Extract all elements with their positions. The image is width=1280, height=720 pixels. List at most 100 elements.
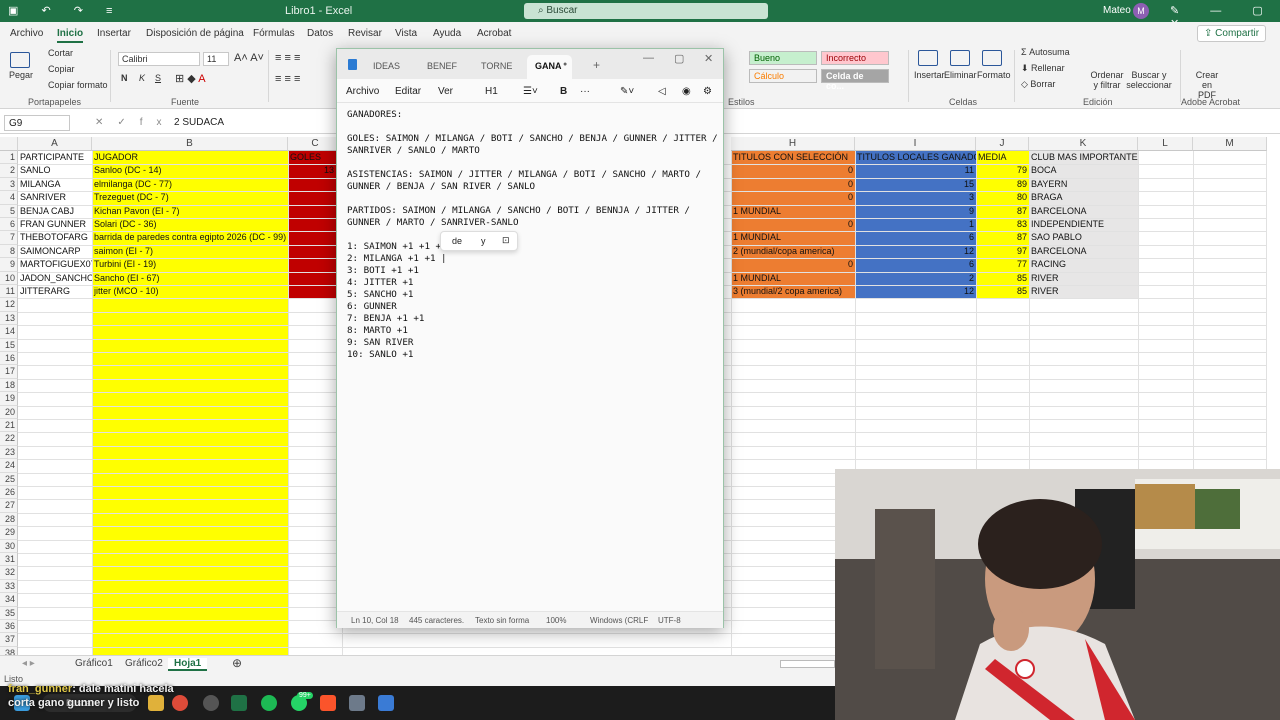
account-icon[interactable]: ◉ (682, 86, 691, 97)
copilot-icon[interactable]: ◁ (658, 86, 666, 97)
row-header[interactable]: 9 (0, 258, 18, 272)
cell-i[interactable]: 3 (855, 191, 976, 204)
cell-i[interactable]: 6 (855, 231, 976, 244)
horizontal-scrollbar[interactable] (780, 660, 835, 668)
notepad-text-area[interactable]: GANADORES: GOLES: SAIMON / MILANGA / BOTI… (347, 109, 719, 361)
cell-i[interactable]: 2 (855, 272, 976, 285)
notepad-window[interactable]: IDEAS BENEF TORNE GANA ● + — ▢ ✕ Archivo… (336, 48, 724, 628)
cell-k[interactable]: RACING (1029, 258, 1138, 271)
cell-k[interactable]: BARCELONA (1029, 205, 1138, 218)
row-header[interactable]: 29 (0, 526, 18, 540)
style-bad[interactable]: Incorrecto (821, 51, 889, 65)
sheet-tab-grafico1[interactable]: Gráfico1 (69, 658, 119, 669)
cell-h[interactable]: 1 MUNDIAL (731, 272, 855, 285)
app-icon[interactable] (203, 695, 219, 711)
cell-k[interactable]: SAO PABLO (1029, 231, 1138, 244)
cell-a[interactable]: SAIMONCARP (18, 245, 92, 258)
row-header[interactable]: 31 (0, 553, 18, 567)
row-header[interactable]: 19 (0, 392, 18, 406)
cell-b[interactable]: Sancho (EI - 67) (92, 272, 288, 285)
cell-i[interactable]: 12 (855, 285, 976, 298)
header-cell-k[interactable]: CLUB MAS IMPORTANTE (1029, 151, 1138, 164)
row-header[interactable]: 3 (0, 177, 18, 192)
cell-a[interactable]: MILANGA (18, 178, 92, 191)
fx-icon[interactable]: ✕✓fx (95, 117, 176, 128)
clear-button[interactable]: ◇ Borrar (1021, 79, 1055, 90)
align-icons[interactable]: ≡ ≡ ≡ (275, 52, 300, 64)
row-header[interactable]: 7 (0, 231, 18, 245)
cell-b[interactable]: Turbini (EI - 19) (92, 258, 288, 271)
font-name-select[interactable]: Calibri (118, 52, 200, 66)
cell-j[interactable]: 77 (976, 258, 1029, 271)
row-header[interactable]: 30 (0, 539, 18, 553)
align-icons-2[interactable]: ≡ ≡ ≡ (275, 73, 300, 85)
row-header[interactable]: 22 (0, 432, 18, 446)
header-cell-i[interactable]: TITULOS LOCALES GANADOS (855, 151, 976, 164)
notepad-tab-torne[interactable]: TORNE (481, 61, 512, 71)
tab-inicio[interactable]: Inicio (57, 28, 84, 43)
style-calc[interactable]: Cálculo (749, 69, 817, 83)
row-header[interactable]: 18 (0, 378, 18, 393)
cell-a[interactable]: BENJA CABJ (18, 205, 92, 218)
tab-modified-dot-icon[interactable]: ● (563, 61, 567, 68)
format-cells-button[interactable]: Formato (977, 70, 1011, 80)
row-header[interactable]: 12 (0, 298, 18, 312)
cell-b[interactable]: Trezeguet (DC - 7) (92, 191, 288, 204)
row-header[interactable]: 37 (0, 633, 18, 647)
row-header[interactable]: 24 (0, 459, 18, 473)
underline-button[interactable]: S (155, 73, 161, 83)
tab-disposicion[interactable]: Disposición de página (146, 28, 244, 39)
row-header[interactable]: 8 (0, 244, 18, 259)
cell-a[interactable]: MARTOFIGUEX07 (18, 258, 92, 271)
column-header-k[interactable]: K (1029, 137, 1138, 151)
header-cell-b[interactable]: JUGADOR (92, 151, 288, 164)
grow-font-icon[interactable]: A˄ A˅ (234, 52, 264, 64)
cell-i[interactable]: 11 (855, 164, 976, 177)
row-header[interactable]: 21 (0, 419, 18, 433)
tab-insertar[interactable]: Insertar (97, 28, 131, 39)
cell-a[interactable]: THEBOTOFARG (18, 231, 92, 244)
cell-b[interactable]: elmilanga (DC - 77) (92, 178, 288, 191)
tab-vista[interactable]: Vista (395, 28, 417, 39)
cell-h[interactable]: 0 (731, 218, 855, 231)
heading-select[interactable]: H1 (485, 86, 498, 97)
sheet-tab-hoja1[interactable]: Hoja1 (168, 658, 208, 671)
fill-button[interactable]: ⬇ Rellenar (1021, 63, 1065, 74)
row-header[interactable]: 6 (0, 218, 18, 232)
menu-archivo[interactable]: Archivo (346, 86, 379, 97)
cell-h[interactable]: 3 (mundial/2 copa america) (731, 285, 855, 298)
cell-j[interactable]: 80 (976, 191, 1029, 204)
excel-icon[interactable] (231, 695, 247, 711)
tab-archivo[interactable]: Archivo (10, 28, 43, 39)
cell-a[interactable]: JADON_SANCHO8 (18, 272, 92, 285)
more-button[interactable]: ··· (580, 86, 590, 97)
notepad-tab-ideas[interactable]: IDEAS (373, 61, 400, 71)
formula-input[interactable]: 2 SUDACA (174, 117, 224, 128)
cell-a[interactable]: FRAN GUNNER (18, 218, 92, 231)
cell-k[interactable]: RIVER (1029, 285, 1138, 298)
header-cell-a[interactable]: PARTICIPANTE (18, 151, 92, 164)
close-icon[interactable]: ✕ (704, 52, 713, 65)
chrome-icon[interactable] (172, 695, 188, 711)
format-painter-button[interactable]: Copiar formato (48, 80, 108, 90)
bold-button[interactable]: B (560, 86, 567, 97)
row-header[interactable]: 16 (0, 352, 18, 366)
cell-b[interactable]: saimon (EI - 7) (92, 245, 288, 258)
row-header[interactable]: 35 (0, 606, 18, 620)
cell-k[interactable]: BRAGA (1029, 191, 1138, 204)
bold-button[interactable]: N (121, 73, 128, 83)
row-header[interactable]: 15 (0, 338, 18, 352)
zoom-level[interactable]: 100% (546, 616, 566, 625)
name-box[interactable]: G9 (4, 115, 70, 131)
tab-revisar[interactable]: Revisar (348, 28, 382, 39)
notepad-tab-benef[interactable]: BENEF (427, 61, 457, 71)
cell-k[interactable]: BARCELONA (1029, 245, 1138, 258)
suggestion-y[interactable]: y (481, 236, 486, 246)
cell-j[interactable]: 83 (976, 218, 1029, 231)
cell-j[interactable]: 89 (976, 178, 1029, 191)
settings-icon[interactable]: ⚙ (703, 86, 712, 97)
insert-cells-button[interactable]: Insertar (914, 70, 945, 80)
new-tab-button[interactable]: + (593, 58, 600, 72)
cell-i[interactable]: 15 (855, 178, 976, 191)
cell-h[interactable]: 1 MUNDIAL (731, 231, 855, 244)
